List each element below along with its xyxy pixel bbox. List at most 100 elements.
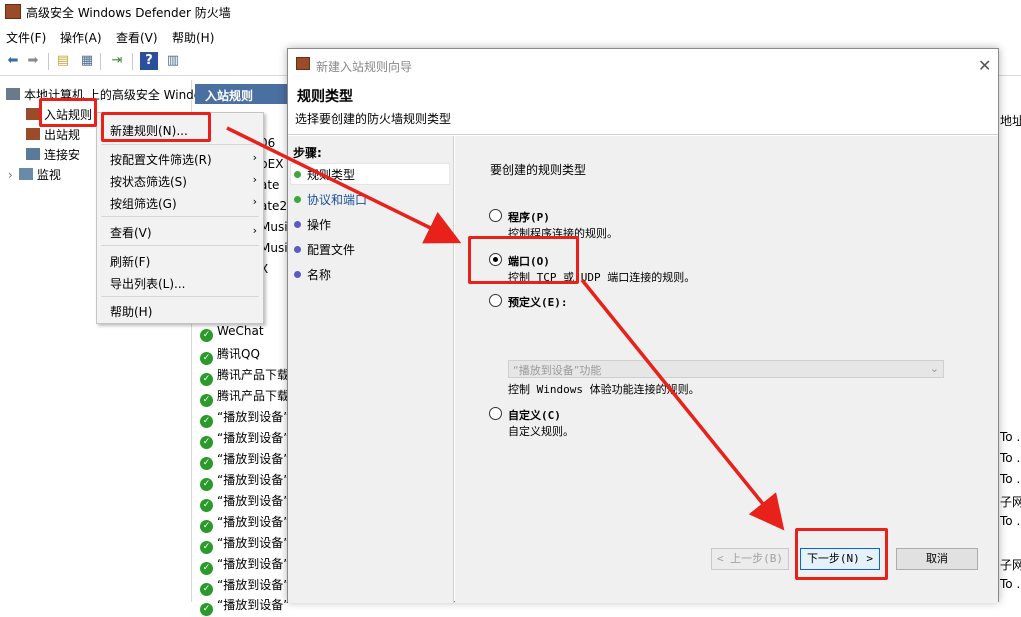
menubar: 文件(F) 操作(A) 查看(V) 帮助(H) xyxy=(0,26,1021,46)
toolbar-separator xyxy=(100,53,101,70)
export-list-icon[interactable]: ⇥ xyxy=(108,52,126,70)
step-profile[interactable]: 配置文件 xyxy=(294,241,355,258)
table-row[interactable]: Musi xyxy=(260,220,288,241)
menu-help[interactable]: 帮助(H) xyxy=(172,29,214,46)
menu-item-label: 查看(V) xyxy=(110,226,152,240)
step-action[interactable]: 操作 xyxy=(294,216,331,233)
menu-action[interactable]: 操作(A) xyxy=(60,29,102,46)
table-row[interactable]: ✓ “播放到设备” xyxy=(200,555,289,576)
enabled-check-icon: ✓ xyxy=(200,352,213,365)
enabled-check-icon: ✓ xyxy=(200,603,213,616)
enabled-check-icon: ✓ xyxy=(200,394,213,407)
radio-program[interactable] xyxy=(489,209,502,222)
menu-separator xyxy=(101,144,259,145)
annotation-box-next-button xyxy=(795,528,888,580)
menu-item-export-list[interactable]: 导出列表(L)... xyxy=(110,275,186,292)
rule-name: “播放到设备” xyxy=(217,494,290,508)
chevron-right-icon: › xyxy=(252,151,257,164)
table-cell: 子网 xyxy=(1000,495,1021,509)
table-cell: To . xyxy=(1000,430,1021,444)
close-icon[interactable]: ✕ xyxy=(978,56,991,75)
rule-name: WeChat xyxy=(217,324,264,338)
steps-pane: 步骤: 规则类型 协议和端口 操作 配置文件 名称 xyxy=(288,136,454,603)
show-hide-tree-icon[interactable]: ▦ xyxy=(78,52,96,70)
enabled-check-icon: ✓ xyxy=(200,457,213,470)
step-done-dot-icon xyxy=(294,171,301,178)
table-row[interactable]: ✓ WeChat xyxy=(200,324,264,345)
table-row[interactable]: ✓ “播放到设备” xyxy=(200,596,289,617)
menu-item-view[interactable]: 查看(V) › xyxy=(110,224,257,241)
help-icon[interactable]: ? xyxy=(140,52,158,70)
rule-name: “播放到设备” xyxy=(217,452,290,466)
table-row[interactable]: ✓ “播放到设备” xyxy=(200,408,289,429)
radio-custom[interactable] xyxy=(489,407,502,420)
menu-item-filter-by-state[interactable]: 按状态筛选(S) › xyxy=(110,173,257,190)
new-inbound-rule-wizard: 新建入站规则向导 ✕ 规则类型 选择要创建的防火墙规则类型 步骤: 规则类型 协… xyxy=(287,48,999,603)
cancel-button[interactable]: 取消 xyxy=(896,548,978,570)
rule-name: “播放到设备” xyxy=(217,557,290,571)
step-pending-dot-icon xyxy=(294,246,301,253)
back-button[interactable]: < 上一步(B) xyxy=(711,548,789,570)
table-cell: To . xyxy=(1000,577,1021,591)
chevron-right-icon: › xyxy=(252,224,257,237)
annotation-box-inbound-rules xyxy=(39,98,97,127)
chevron-right-icon[interactable]: › xyxy=(8,168,13,182)
chevron-right-icon: › xyxy=(252,195,257,208)
table-row[interactable]: ✓ “播放到设备” xyxy=(200,471,289,492)
tree-root[interactable]: 本地计算机 上的高级安全 Windo xyxy=(6,86,201,103)
table-row[interactable]: ate2 xyxy=(260,199,287,220)
tree-item-outbound-rules[interactable]: 出站规 xyxy=(26,126,80,143)
step-rule-type[interactable]: 规则类型 xyxy=(294,166,355,183)
forward-arrow-icon[interactable]: ➡ xyxy=(24,52,42,70)
step-name[interactable]: 名称 xyxy=(294,266,331,283)
menu-item-refresh[interactable]: 刷新(F) xyxy=(110,253,150,270)
step-label: 协议和端口 xyxy=(307,193,368,207)
enabled-check-icon: ✓ xyxy=(200,436,213,449)
rule-name: 腾讯QQ xyxy=(217,347,260,361)
annotation-box-new-rule xyxy=(101,112,211,142)
step-pending-dot-icon xyxy=(294,271,301,278)
option-custom-label[interactable]: 自定义(C) xyxy=(508,407,561,423)
firewall-icon xyxy=(296,57,310,70)
menu-view[interactable]: 查看(V) xyxy=(116,29,158,46)
rule-name: 腾讯产品下载 xyxy=(217,389,290,403)
wizard-titlebar: 新建入站规则向导 ✕ xyxy=(288,49,998,79)
wizard-subheading: 选择要创建的防火墙规则类型 xyxy=(295,112,452,126)
radio-predefined[interactable] xyxy=(489,294,502,307)
option-predefined-desc: 控制 Windows 体验功能连接的规则。 xyxy=(508,383,700,396)
table-row[interactable]: ✓ 腾讯产品下载 xyxy=(200,387,289,408)
option-program-label[interactable]: 程序(P) xyxy=(508,209,550,225)
properties-icon[interactable]: ▥ xyxy=(164,52,182,70)
tree-item-label: 连接安 xyxy=(44,148,81,162)
table-row[interactable]: ✓ “播放到设备” xyxy=(200,513,289,534)
table-row[interactable]: ✓ “播放到设备” xyxy=(200,450,289,471)
steps-label: 步骤: xyxy=(293,146,322,160)
predefined-select[interactable]: “播放到设备”功能 ⌄ xyxy=(508,360,944,378)
table-row[interactable]: ✓ “播放到设备” xyxy=(200,429,289,450)
wizard-heading: 规则类型 xyxy=(297,89,353,105)
table-row[interactable]: ✓ “播放到设备” xyxy=(200,492,289,513)
table-cell: 地址 xyxy=(1000,114,1021,128)
menu-file[interactable]: 文件(F) xyxy=(6,29,46,46)
rule-name: “播放到设备” xyxy=(217,431,290,445)
predefined-select-value: “播放到设备”功能 xyxy=(513,364,602,377)
chevron-right-icon: › xyxy=(252,173,257,186)
tree-item-connection-security[interactable]: 连接安 xyxy=(26,146,80,163)
table-row[interactable]: ✓ “播放到设备” xyxy=(200,576,289,597)
table-row[interactable]: ✓ 腾讯QQ xyxy=(200,345,260,366)
monitor-icon xyxy=(18,168,33,180)
table-row[interactable]: ✓ “播放到设备” xyxy=(200,534,289,555)
step-label: 名称 xyxy=(307,268,332,282)
context-menu: 新建规则(N)... 按配置文件筛选(R) › 按状态筛选(S) › 按组筛选(G)… xyxy=(96,112,264,324)
table-row[interactable]: Musi xyxy=(260,241,288,262)
tree-item-monitor[interactable]: › 监视 xyxy=(8,166,61,183)
menu-item-help[interactable]: 帮助(H) xyxy=(110,303,152,320)
table-row[interactable]: ✓ 腾讯产品下载 xyxy=(200,366,289,387)
step-done-dot-icon xyxy=(294,196,301,203)
option-predefined-label[interactable]: 预定义(E): xyxy=(508,294,568,310)
back-arrow-icon[interactable]: ⬅ xyxy=(4,52,22,70)
folder-up-icon[interactable]: ▤ xyxy=(54,52,72,70)
menu-item-filter-by-group[interactable]: 按组筛选(G) › xyxy=(110,195,257,212)
menu-item-filter-by-profile[interactable]: 按配置文件筛选(R) › xyxy=(110,151,257,168)
step-protocol-ports[interactable]: 协议和端口 xyxy=(294,191,367,208)
